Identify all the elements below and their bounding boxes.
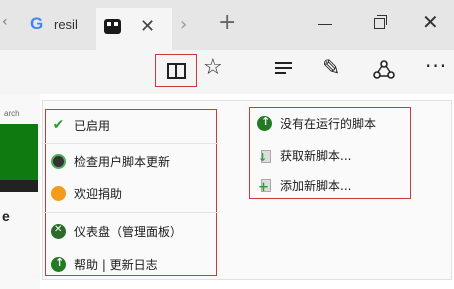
check-icon: ✔ — [52, 116, 65, 133]
page-left-strip: arch e — [0, 94, 40, 289]
add-script-icon — [257, 178, 272, 195]
menu-item-label: 添加新脚本... — [280, 178, 352, 193]
tab-scroll-left-icon[interactable]: ‹ — [2, 14, 8, 30]
menu-item-donate[interactable]: 欢迎捐助 — [51, 181, 122, 205]
menu-item-help[interactable]: 帮助 | 更新日志 — [51, 252, 158, 276]
tab-google-search[interactable]: G resil — [24, 10, 90, 42]
menu-item-no-running-scripts: 没有在运行的脚本 — [257, 111, 376, 135]
tab-previous-edge[interactable]: ‹ — [0, 14, 12, 36]
menu-item-label: 获取新脚本... — [280, 148, 352, 163]
get-script-icon — [257, 148, 272, 164]
menu-item-label: 帮助 | 更新日志 — [74, 257, 158, 272]
tab-strip: ‹ G resil ✕ › + ✕ — [0, 0, 454, 50]
tab-title: resil — [54, 17, 78, 32]
menu-item-get-new-scripts[interactable]: 获取新脚本... — [257, 143, 351, 167]
menu-item-check-updates[interactable]: 检查用户脚本更新 — [51, 149, 170, 173]
search-snippet: arch — [4, 109, 20, 118]
dashboard-icon — [51, 223, 66, 239]
menu-item-add-new-script[interactable]: 添加新脚本... — [257, 173, 351, 197]
menu-item-label: 仪表盘（管理面板） — [74, 224, 183, 239]
reading-view-button[interactable] — [155, 54, 197, 87]
donate-icon — [51, 185, 66, 201]
extension-icon — [104, 19, 121, 34]
menu-item-label: 已启用 — [74, 118, 111, 133]
share-icon[interactable] — [373, 60, 395, 80]
update-icon — [51, 153, 66, 169]
menu-item-label: 检查用户脚本更新 — [74, 154, 171, 169]
browser-toolbar: ☆ ✎ ··· — [0, 50, 454, 94]
tab-scroll-right-icon[interactable]: › — [180, 14, 187, 35]
help-icon — [51, 256, 66, 272]
menu-item-label: 欢迎捐助 — [74, 186, 123, 201]
no-script-icon — [257, 115, 272, 131]
hub-icon[interactable] — [275, 62, 292, 75]
restore-icon[interactable] — [374, 15, 387, 29]
tab-active-extension[interactable]: ✕ — [96, 8, 172, 50]
page-letter: e — [2, 208, 10, 224]
window-close-icon[interactable]: ✕ — [422, 10, 439, 34]
menu-separator — [43, 212, 218, 213]
menu-left-column: ✔ 已启用 检查用户脚本更新 欢迎捐助 仪表盘（管理面板） 帮助 | 更新日志 — [43, 101, 218, 281]
menu-separator — [43, 143, 218, 144]
web-note-icon[interactable]: ✎ — [322, 58, 343, 80]
page-banner — [0, 124, 38, 180]
page-dark-bar — [0, 180, 38, 192]
menu-item-dashboard[interactable]: 仪表盘（管理面板） — [51, 219, 182, 243]
menu-right-column: 没有在运行的脚本 获取新脚本... 添加新脚本... — [249, 101, 424, 201]
minimize-icon[interactable] — [318, 24, 332, 25]
more-icon[interactable]: ··· — [425, 54, 447, 78]
userscript-menu: ✔ 已启用 检查用户脚本更新 欢迎捐助 仪表盘（管理面板） 帮助 | 更新日志 … — [42, 100, 452, 280]
new-tab-button[interactable]: + — [218, 10, 236, 35]
menu-item-enabled[interactable]: ✔ 已启用 — [51, 113, 110, 137]
menu-item-label: 没有在运行的脚本 — [280, 116, 377, 131]
google-g-icon: G — [30, 14, 44, 33]
reading-view-icon — [167, 63, 186, 79]
favorite-star-icon[interactable]: ☆ — [203, 55, 223, 80]
tab-close-icon[interactable]: ✕ — [140, 16, 155, 37]
